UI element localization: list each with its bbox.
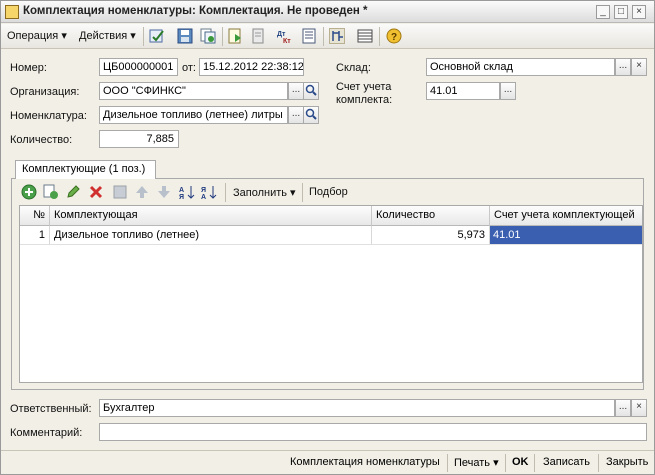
edit-row-icon[interactable] — [65, 184, 81, 200]
responsible-field[interactable]: Бухгалтер — [99, 399, 615, 417]
account-label-line1: Счет учета — [336, 81, 392, 93]
toolbar-separator — [302, 183, 303, 202]
fill-menu[interactable]: Заполнить ▾ — [233, 186, 296, 199]
nomenclature-select-button[interactable]: ... — [288, 106, 304, 124]
responsible-clear-button[interactable]: × — [631, 399, 647, 417]
operation-menu[interactable]: Операция ▾ — [7, 29, 67, 42]
move-up-icon[interactable] — [134, 184, 150, 200]
help-icon[interactable]: ? — [386, 28, 402, 44]
account-label-line2: комплекта: — [336, 94, 393, 106]
account-select-button[interactable]: ... — [500, 82, 516, 100]
components-table[interactable]: № Комплектующая Количество Счет учета ко… — [19, 205, 643, 383]
number-field[interactable]: ЦБ000000001 — [99, 58, 178, 76]
warehouse-label: Склад: — [336, 62, 371, 74]
ok-button[interactable]: OK — [512, 456, 529, 468]
svg-text:Я: Я — [179, 194, 184, 200]
toolbar-separator — [323, 27, 324, 46]
svg-text:Дт: Дт — [277, 31, 286, 38]
document-window: Комплектация номенклатуры: Комплектация.… — [0, 0, 655, 475]
main-toolbar: Операция ▾ Действия ▾ Дт Кт ? — [1, 24, 654, 49]
report-icon[interactable] — [301, 28, 317, 44]
nomenclature-field[interactable]: Дизельное топливо (летнее) литры — [99, 106, 288, 124]
actions-menu[interactable]: Действия ▾ — [79, 29, 136, 42]
column-header-component[interactable]: Комплектующая — [50, 206, 372, 226]
svg-text:А: А — [179, 187, 184, 194]
toolbar-separator — [534, 454, 535, 472]
column-header-number[interactable]: № — [20, 206, 50, 226]
toolbar-separator — [598, 454, 599, 472]
delete-row-icon[interactable] — [88, 184, 104, 200]
subordinate-icon[interactable] — [227, 28, 243, 44]
account-field[interactable]: 41.01 — [426, 82, 500, 100]
column-header-quantity[interactable]: Количество — [372, 206, 490, 226]
window-title: Комплектация номенклатуры: Комплектация.… — [23, 5, 368, 17]
command-bar: Комплектация номенклатуры Печать ▾ OK За… — [1, 450, 654, 474]
table-cell-number[interactable]: 1 — [20, 226, 50, 245]
svg-text:?: ? — [391, 32, 397, 43]
organization-field[interactable]: ООО "СФИНКС" — [99, 82, 288, 100]
post-icon[interactable] — [149, 28, 165, 44]
close-button[interactable]: Закрыть — [606, 456, 648, 468]
save-icon[interactable] — [177, 28, 193, 44]
document-icon — [5, 5, 19, 19]
toolbar-separator — [505, 454, 506, 472]
toolbar-separator — [447, 454, 448, 472]
nomenclature-open-button[interactable] — [303, 106, 319, 124]
toolbar-separator — [379, 27, 380, 46]
toolbar-separator — [222, 27, 223, 46]
structure-icon[interactable] — [329, 28, 345, 44]
responsible-label: Ответственный: — [10, 403, 92, 415]
comment-label: Комментарий: — [10, 427, 83, 439]
warehouse-field[interactable]: Основной склад — [426, 58, 615, 76]
title-bar: Комплектация номенклатуры: Комплектация.… — [1, 1, 654, 23]
pick-button[interactable]: Подбор — [309, 186, 348, 198]
table-cell-account-selected[interactable]: 41.01 — [490, 226, 642, 245]
tab-components[interactable]: Комплектующие (1 поз.) — [15, 160, 156, 179]
maximize-button[interactable]: □ — [614, 5, 628, 19]
svg-text:Я: Я — [201, 187, 206, 194]
toolbar-separator — [143, 27, 144, 46]
table-cell-quantity[interactable]: 5,973 — [372, 226, 490, 245]
end-edit-icon[interactable] — [112, 184, 128, 200]
movements-icon[interactable] — [250, 28, 266, 44]
svg-text:Кт: Кт — [283, 38, 291, 44]
warehouse-clear-button[interactable]: × — [631, 58, 647, 76]
dt-kt-icon[interactable]: Дт Кт — [277, 28, 293, 44]
grid-toolbar: АЯ ЯА Заполнить ▾ Подбор — [12, 181, 643, 203]
sort-descending-icon[interactable]: ЯА — [201, 184, 217, 200]
magnifier-icon — [305, 108, 317, 120]
copy-icon[interactable] — [200, 28, 216, 44]
copy-row-icon[interactable] — [43, 184, 59, 200]
nomenclature-label: Номенклатура: — [10, 110, 87, 122]
magnifier-icon — [305, 84, 317, 96]
close-window-button[interactable]: × — [632, 5, 646, 19]
quantity-field[interactable]: 7,885 — [99, 130, 179, 148]
date-label: от: — [182, 62, 196, 74]
organization-select-button[interactable]: ... — [288, 82, 304, 100]
organization-label: Организация: — [10, 86, 80, 98]
column-header-account[interactable]: Счет учета комплектующей — [490, 206, 642, 226]
number-label: Номер: — [10, 62, 47, 74]
move-down-icon[interactable] — [156, 184, 172, 200]
organization-open-button[interactable] — [303, 82, 319, 100]
minimize-button[interactable]: _ — [596, 5, 610, 19]
add-row-icon[interactable] — [21, 184, 37, 200]
print-form-button[interactable]: Комплектация номенклатуры — [290, 456, 440, 468]
svg-text:А: А — [201, 194, 206, 200]
responsible-select-button[interactable]: ... — [615, 399, 631, 417]
components-panel: АЯ ЯА Заполнить ▾ Подбор № Комплектующая… — [11, 178, 644, 390]
sort-ascending-icon[interactable]: АЯ — [179, 184, 195, 200]
columns-icon[interactable] — [357, 28, 373, 44]
print-menu[interactable]: Печать ▾ — [454, 456, 499, 469]
warehouse-select-button[interactable]: ... — [615, 58, 631, 76]
date-field[interactable]: 15.12.2012 22:38:12 — [199, 58, 304, 76]
table-cell-component[interactable]: Дизельное топливо (летнее) — [50, 226, 372, 245]
comment-field[interactable] — [99, 423, 647, 441]
quantity-label: Количество: — [10, 134, 73, 146]
toolbar-separator — [225, 183, 226, 202]
write-button[interactable]: Записать — [543, 456, 590, 468]
